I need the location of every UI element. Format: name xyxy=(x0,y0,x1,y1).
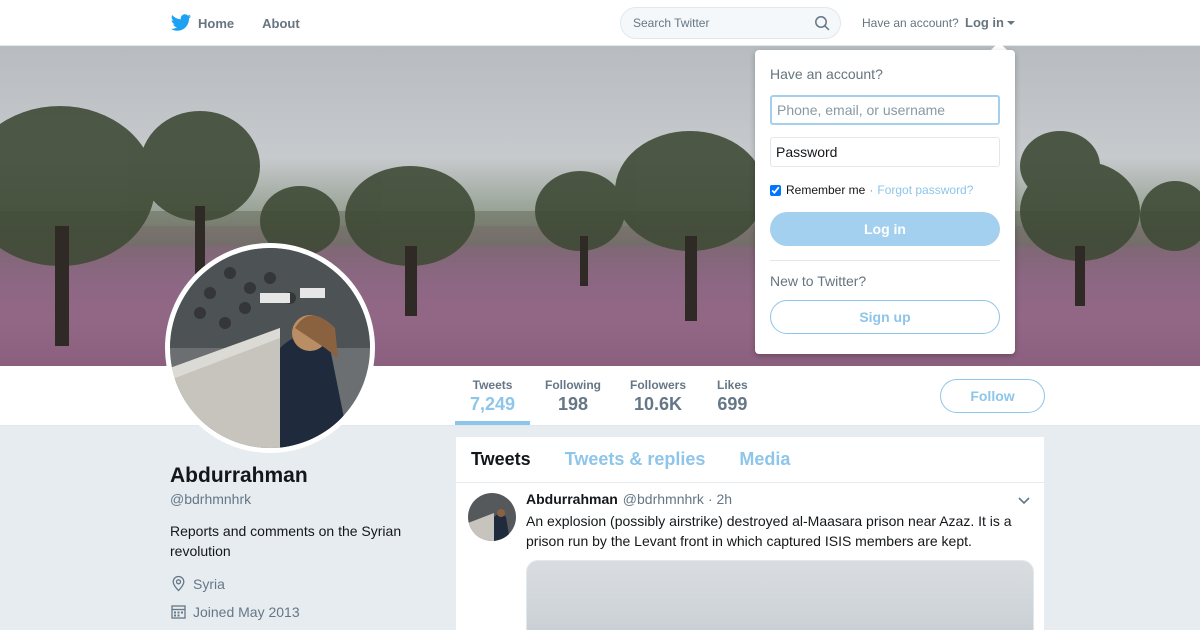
tweet-text: An explosion (possibly airstrike) destro… xyxy=(526,513,1012,549)
tweet-timestamp[interactable]: · 2h xyxy=(708,491,732,507)
tweet-author-handle[interactable]: @bdrhmnhrk xyxy=(623,491,704,507)
stat-followers[interactable]: Followers 10.6K xyxy=(630,378,686,415)
stat-likes[interactable]: Likes 699 xyxy=(717,378,748,415)
search-icon[interactable] xyxy=(814,15,830,31)
login-dropdown: Have an account? Remember me · Forgot pa… xyxy=(755,50,1015,354)
stat-tweets-value: 7,249 xyxy=(470,394,516,414)
top-navigation-bar: Home About Have an account? Log in xyxy=(0,0,1200,46)
chevron-down-icon[interactable] xyxy=(1017,496,1031,506)
tweet-avatar[interactable] xyxy=(468,493,516,541)
profile-location-text: Syria xyxy=(193,575,225,592)
tab-media[interactable]: Media xyxy=(739,449,790,470)
stat-tweets-label: Tweets xyxy=(472,378,513,392)
new-to-twitter-text: New to Twitter? xyxy=(770,273,867,289)
nav-home-link[interactable]: Home xyxy=(170,12,234,34)
tweet-author-name[interactable]: Abdurrahman xyxy=(526,491,618,507)
follow-button[interactable]: Follow xyxy=(940,379,1045,413)
timeline-tabs: Tweets Tweets & replies Media xyxy=(456,437,1044,483)
login-dropdown-toggle[interactable]: Log in xyxy=(965,15,1015,30)
tweet-avatar-photo xyxy=(468,493,516,541)
nav-about-label: About xyxy=(262,15,300,31)
nav-left: Home About xyxy=(170,0,328,46)
profile-avatar[interactable] xyxy=(165,243,375,453)
forgot-password-link[interactable]: Forgot password? xyxy=(877,183,973,197)
active-stat-underline xyxy=(455,421,530,425)
tweet-header: Abdurrahman @bdrhmnhrk · 2h xyxy=(526,491,732,507)
search-input[interactable] xyxy=(621,8,811,38)
calendar-icon xyxy=(171,605,186,619)
stat-followers-label: Followers xyxy=(630,378,687,392)
nav-home-label: Home xyxy=(198,15,235,31)
password-field[interactable] xyxy=(770,137,1000,167)
remember-me-label: Remember me xyxy=(786,183,866,197)
have-account-text: Have an account? xyxy=(862,16,959,30)
stat-following-value: 198 xyxy=(557,394,589,414)
stat-following-label: Following xyxy=(545,378,601,392)
profile-joined-text: Joined May 2013 xyxy=(193,603,300,620)
profile-joined: Joined May 2013 xyxy=(170,603,300,620)
timeline: Tweets Tweets & replies Media Abdurrahma… xyxy=(456,437,1044,630)
stat-following[interactable]: Following 198 xyxy=(545,378,601,415)
stat-likes-label: Likes xyxy=(717,378,748,392)
login-dropdown-title: Have an account? xyxy=(770,66,883,82)
stat-tweets[interactable]: Tweets 7,249 xyxy=(470,378,515,415)
avatar-photo xyxy=(170,248,370,448)
signup-button[interactable]: Sign up xyxy=(770,300,1000,334)
separator-dot: · xyxy=(869,183,874,197)
dropdown-divider xyxy=(770,260,1000,261)
tweet-media-image[interactable] xyxy=(526,560,1034,630)
location-pin-icon xyxy=(172,575,185,592)
profile-bio: Reports and comments on the Syrian revol… xyxy=(170,523,402,559)
remember-me-checkbox[interactable] xyxy=(770,184,781,196)
profile-name: Abdurrahman xyxy=(170,464,308,487)
search-box xyxy=(620,7,841,39)
stat-followers-value: 10.6K xyxy=(633,394,683,414)
username-field[interactable] xyxy=(770,95,1000,125)
nav-about-link[interactable]: About xyxy=(262,16,300,31)
login-button[interactable]: Log in xyxy=(770,212,1000,246)
login-toggle-label: Log in xyxy=(965,15,1004,30)
stat-likes-value: 699 xyxy=(717,394,748,414)
caret-down-icon xyxy=(1007,20,1015,25)
profile-location: Syria xyxy=(170,575,225,592)
tab-tweets-and-replies[interactable]: Tweets & replies xyxy=(565,449,706,470)
remember-me-row: Remember me · Forgot password? xyxy=(770,183,973,197)
twitter-bird-icon xyxy=(170,14,192,31)
tab-tweets[interactable]: Tweets xyxy=(471,449,531,470)
profile-handle: @bdrhmnhrk xyxy=(170,491,252,507)
